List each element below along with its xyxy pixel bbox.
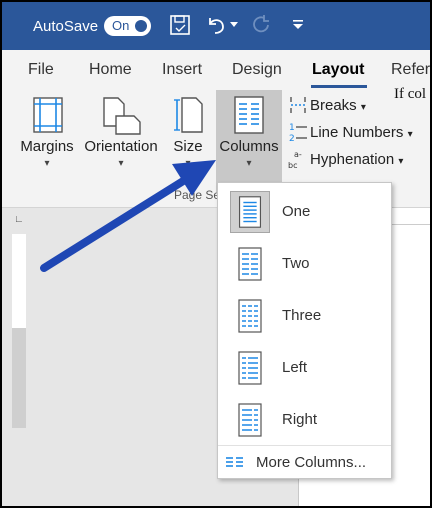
more-columns-icon <box>226 457 243 467</box>
one-column-icon <box>230 191 270 233</box>
columns-option-left-label: Left <box>282 359 308 376</box>
right-column-icon <box>238 403 262 437</box>
columns-option-left[interactable]: Left <box>218 341 391 393</box>
menu-divider <box>218 445 391 446</box>
columns-option-right-label: Right <box>282 411 318 428</box>
columns-option-two-label: Two <box>282 255 310 272</box>
columns-option-one[interactable]: One <box>218 185 391 237</box>
columns-option-one-label: One <box>282 203 311 220</box>
more-columns-label: More Columns... <box>256 454 367 471</box>
columns-option-right[interactable]: Right <box>218 393 391 445</box>
columns-option-two[interactable]: Two <box>218 237 391 289</box>
left-column-icon <box>238 351 262 385</box>
two-columns-icon <box>238 247 262 281</box>
word-window: AutoSave On File Home Insert Design Layo… <box>0 0 432 508</box>
columns-option-three[interactable]: Three <box>218 289 391 341</box>
columns-option-three-label: Three <box>282 307 322 324</box>
more-columns-menu-item[interactable]: More Columns... <box>218 449 391 475</box>
columns-dropdown-menu: One Two Three Left Right More Columns... <box>217 182 392 479</box>
three-columns-icon <box>238 299 262 333</box>
